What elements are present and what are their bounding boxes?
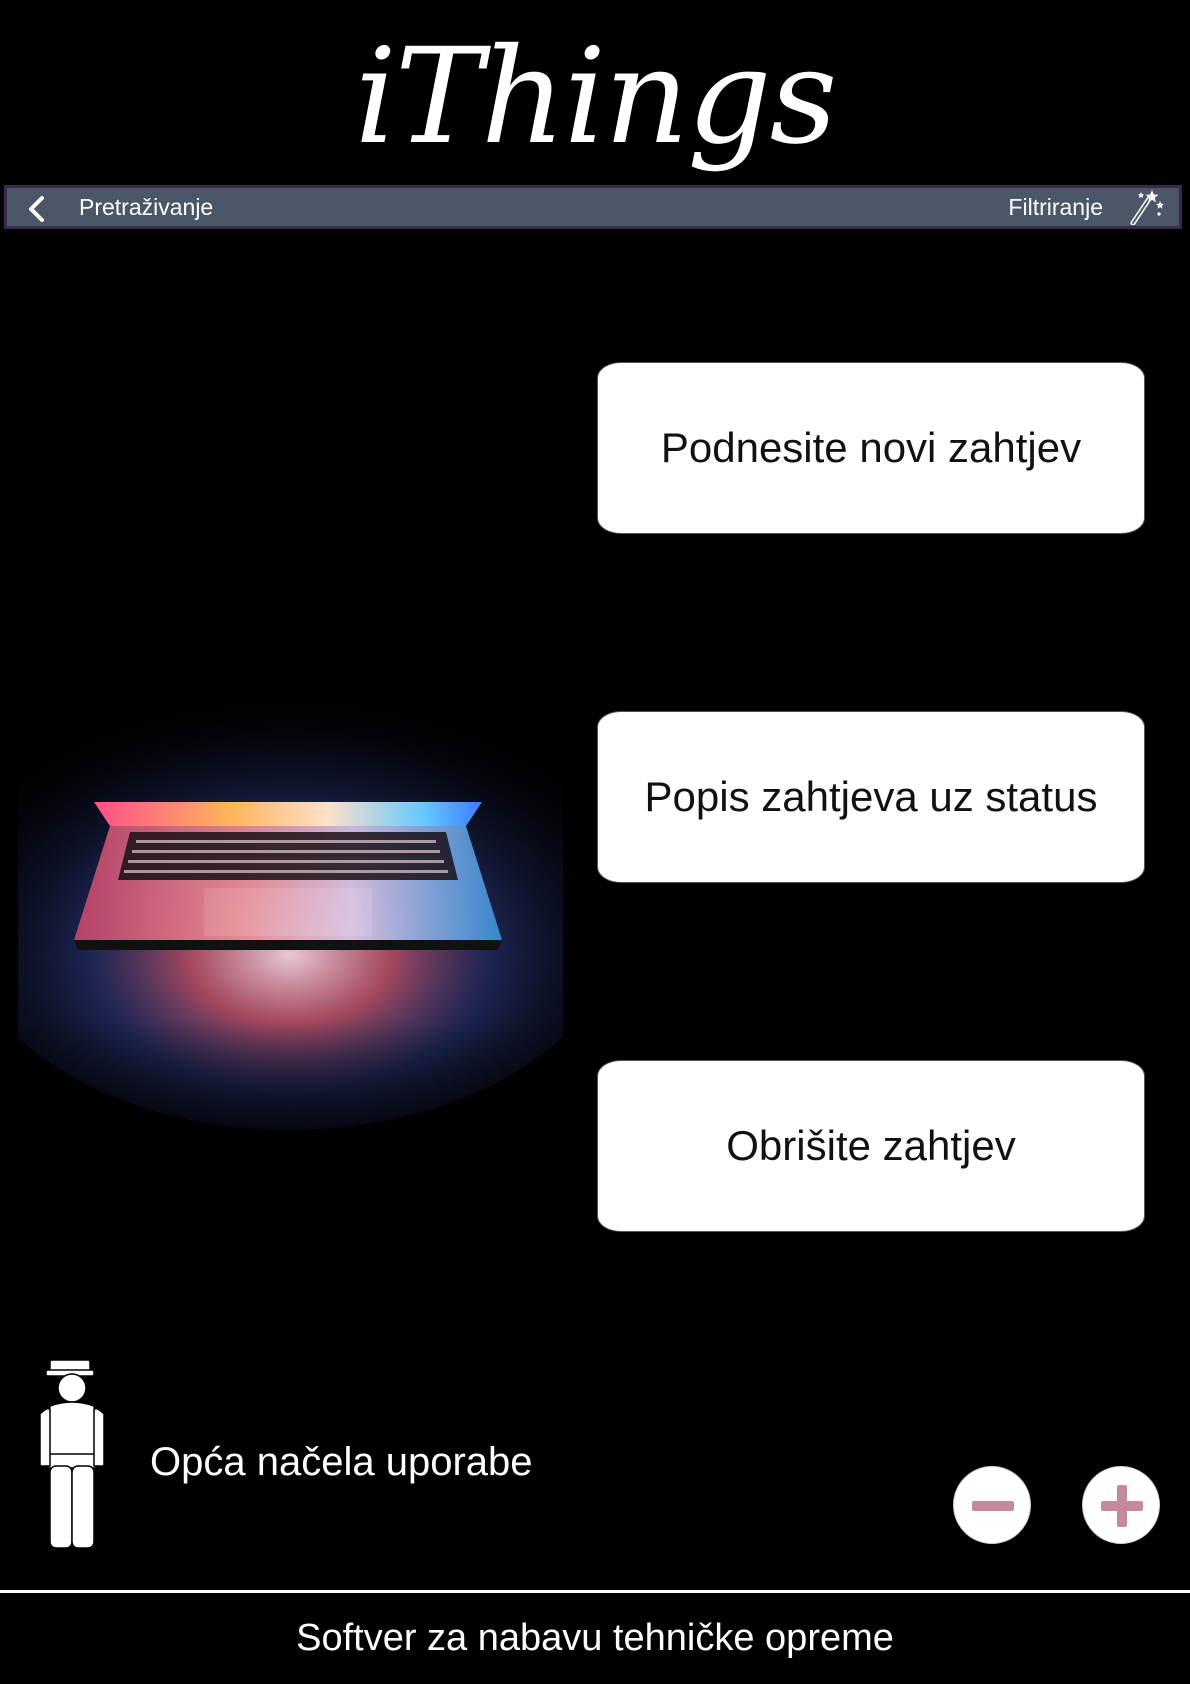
app-logo: iThings [354,20,838,174]
minus-icon [972,1501,1014,1511]
usage-principles-label: Opća načela uporabe [150,1440,533,1484]
laptop-hero-image [18,380,563,1210]
zoom-out-button[interactable] [953,1466,1031,1544]
person-with-cap-icon [39,1359,105,1548]
search-link[interactable]: Pretraživanje [79,188,213,226]
top-navigation-bar: Pretraživanje Filtriranje [4,185,1182,229]
footer-text: Softver za nabavu tehničke opreme [296,1617,894,1659]
submit-new-request-button[interactable]: Podnesite novi zahtjev [597,362,1145,534]
magic-wand-icon[interactable] [1125,189,1165,225]
footer-divider [0,1590,1190,1593]
plus-icon [1101,1485,1143,1527]
delete-request-button[interactable]: Obrišite zahtjev [597,1060,1145,1232]
zoom-in-button[interactable] [1082,1466,1160,1544]
request-list-status-button[interactable]: Popis zahtjeva uz status [597,711,1145,883]
filter-link[interactable]: Filtriranje [1008,188,1103,226]
chevron-left-icon[interactable] [23,195,51,223]
